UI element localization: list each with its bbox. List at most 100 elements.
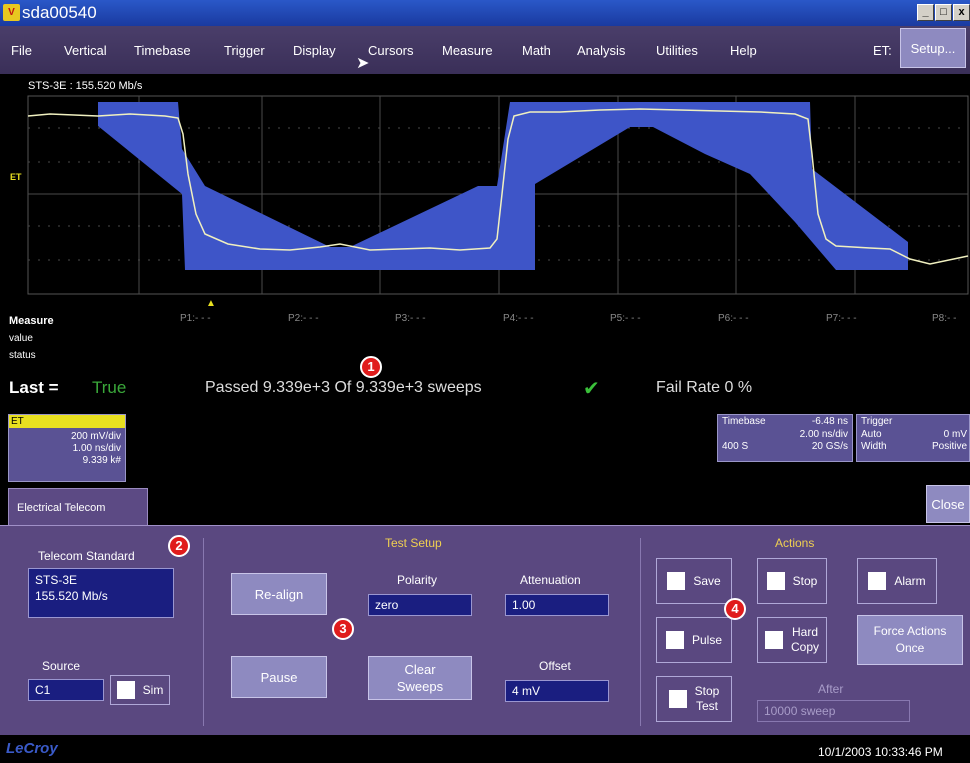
after-field[interactable]: 10000 sweep [757, 700, 910, 722]
window-title: sda00540 [22, 3, 97, 22]
hardcopy-line1: Hard [791, 625, 818, 639]
param-p5[interactable]: P5:- - - [610, 313, 641, 324]
param-p6[interactable]: P6:- - - [718, 313, 749, 324]
timebase-descriptor[interactable]: Timebase -6.48 ns 2.00 ns/div 400 S 20 G… [717, 414, 853, 462]
stop-test-line1: Stop [694, 684, 720, 698]
et-time-div: 1.00 ns/div [72, 443, 121, 454]
alarm-checkbox[interactable] [868, 572, 887, 590]
menu-analysis[interactable]: Analysis [577, 43, 625, 58]
offset-label: Offset [539, 659, 571, 673]
menu-help[interactable]: Help [730, 43, 757, 58]
pause-button[interactable]: Pause [231, 656, 327, 698]
trigger-descriptor[interactable]: Trigger Auto 0 mV Width Positive [856, 414, 970, 462]
after-label: After [818, 682, 844, 696]
stop-label: Stop [792, 574, 818, 588]
actions-title: Actions [775, 536, 815, 550]
last-value: True [92, 378, 127, 397]
telecom-standard-field[interactable]: STS-3E 155.520 Mb/s [28, 568, 174, 618]
menu-display[interactable]: Display [293, 43, 336, 58]
source-label: Source [42, 659, 81, 673]
trace-label: STS-3E : 155.520 Mb/s [28, 80, 143, 92]
timebase-label: Timebase [722, 416, 766, 427]
sim-checkbox-box[interactable] [116, 681, 135, 699]
hardcopy-line2: Copy [790, 640, 819, 654]
trigger-mode: Auto [861, 429, 882, 440]
last-label: Last = [9, 378, 59, 397]
menu-vertical[interactable]: Vertical [64, 43, 107, 58]
et-volts-div: 200 mV/div [70, 431, 121, 442]
title-bar [0, 0, 970, 26]
polarity-field[interactable]: zero [368, 594, 472, 616]
offset-field[interactable]: 4 mV [505, 680, 609, 702]
stop-action-toggle[interactable]: Stop [757, 558, 827, 604]
alarm-action-toggle[interactable]: Alarm [857, 558, 937, 604]
datetime-display: 10/1/2003 10:33:46 PM [818, 745, 943, 759]
param-p4[interactable]: P4:- - - [503, 313, 534, 324]
timebase-rate: 20 GS/s [811, 441, 848, 452]
hardcopy-action-toggle[interactable]: Hard Copy [757, 617, 827, 663]
save-action-toggle[interactable]: Save [656, 558, 732, 604]
fail-rate-text: Fail Rate 0 % [656, 379, 753, 396]
passed-sweeps-text: Passed 9.339e+3 Of 9.339e+3 sweeps [205, 379, 482, 396]
clear-sweeps-button[interactable]: Clear Sweeps [368, 656, 472, 700]
callout-badge-3: 3 [332, 618, 354, 640]
timebase-delay: -6.48 ns [811, 416, 848, 427]
attenuation-label: Attenuation [520, 573, 581, 587]
menu-cursors[interactable]: Cursors [368, 43, 414, 58]
force-actions-line2: Once [895, 641, 925, 655]
sim-checkbox[interactable]: Sim [110, 675, 170, 705]
clear-sweeps-line2: Sweeps [396, 679, 444, 694]
menu-measure[interactable]: Measure [442, 43, 493, 58]
force-actions-line1: Force Actions [873, 624, 947, 638]
trigger-level: 0 mV [943, 429, 967, 440]
measure-heading: Measure [9, 315, 54, 327]
menu-file[interactable]: File [11, 43, 32, 58]
clear-sweeps-line1: Clear [404, 662, 436, 677]
save-checkbox[interactable] [667, 572, 686, 590]
trigger-slope: Positive [931, 441, 967, 452]
force-actions-once-button[interactable]: Force Actions Once [857, 615, 963, 665]
telecom-standard-line1: STS-3E [35, 573, 78, 587]
trigger-type: Width [861, 441, 887, 452]
close-window-icon[interactable]: x [953, 4, 970, 21]
polarity-label: Polarity [397, 573, 438, 587]
stop-test-checkbox[interactable] [668, 690, 687, 708]
setup-button[interactable]: Setup... [900, 28, 966, 68]
minimize-icon[interactable]: _ [917, 4, 934, 21]
attenuation-field[interactable]: 1.00 [505, 594, 609, 616]
param-p8[interactable]: P8:- - [932, 313, 956, 324]
save-label: Save [693, 574, 721, 588]
stop-checkbox[interactable] [766, 572, 785, 590]
test-setup-title: Test Setup [385, 536, 442, 550]
lecroy-logo: LeCroy [6, 740, 58, 757]
trigger-point-icon: ▲ [206, 298, 216, 309]
divider [203, 538, 204, 726]
realign-button[interactable]: Re-align [231, 573, 327, 615]
param-p7[interactable]: P7:- - - [826, 313, 857, 324]
menu-timebase[interactable]: Timebase [134, 43, 191, 58]
tab-electrical-telecom[interactable]: Electrical Telecom [8, 488, 148, 526]
menu-trigger[interactable]: Trigger [224, 43, 265, 58]
mouse-pointer-icon: ➤ [356, 55, 370, 72]
source-field[interactable]: C1 [28, 679, 104, 701]
pulse-action-toggle[interactable]: Pulse [656, 617, 732, 663]
menu-math[interactable]: Math [522, 43, 551, 58]
telecom-standard-line2: 155.520 Mb/s [35, 589, 108, 603]
maximize-icon[interactable]: □ [935, 4, 952, 21]
et-trace-descriptor[interactable]: ET 200 mV/div 1.00 ns/div 9.339 k# [8, 414, 126, 482]
alarm-label: Alarm [894, 574, 926, 588]
param-p2[interactable]: P2:- - - [288, 313, 319, 324]
telecom-standard-label: Telecom Standard [38, 549, 135, 563]
pulse-checkbox[interactable] [665, 631, 684, 649]
timebase-time-div: 2.00 ns/div [799, 429, 848, 440]
hardcopy-checkbox[interactable] [764, 631, 783, 649]
et-count: 9.339 k# [82, 455, 121, 466]
menu-utilities[interactable]: Utilities [656, 43, 698, 58]
param-p3[interactable]: P3:- - - [395, 313, 426, 324]
waveform-display[interactable] [0, 74, 970, 302]
checkmark-icon: ✔ [583, 378, 600, 400]
param-p1[interactable]: P1:- - - [180, 313, 211, 324]
et-channel-marker: ET [10, 172, 22, 182]
close-dialog-button[interactable]: Close [926, 485, 970, 523]
stop-test-action-toggle[interactable]: Stop Test [656, 676, 732, 722]
